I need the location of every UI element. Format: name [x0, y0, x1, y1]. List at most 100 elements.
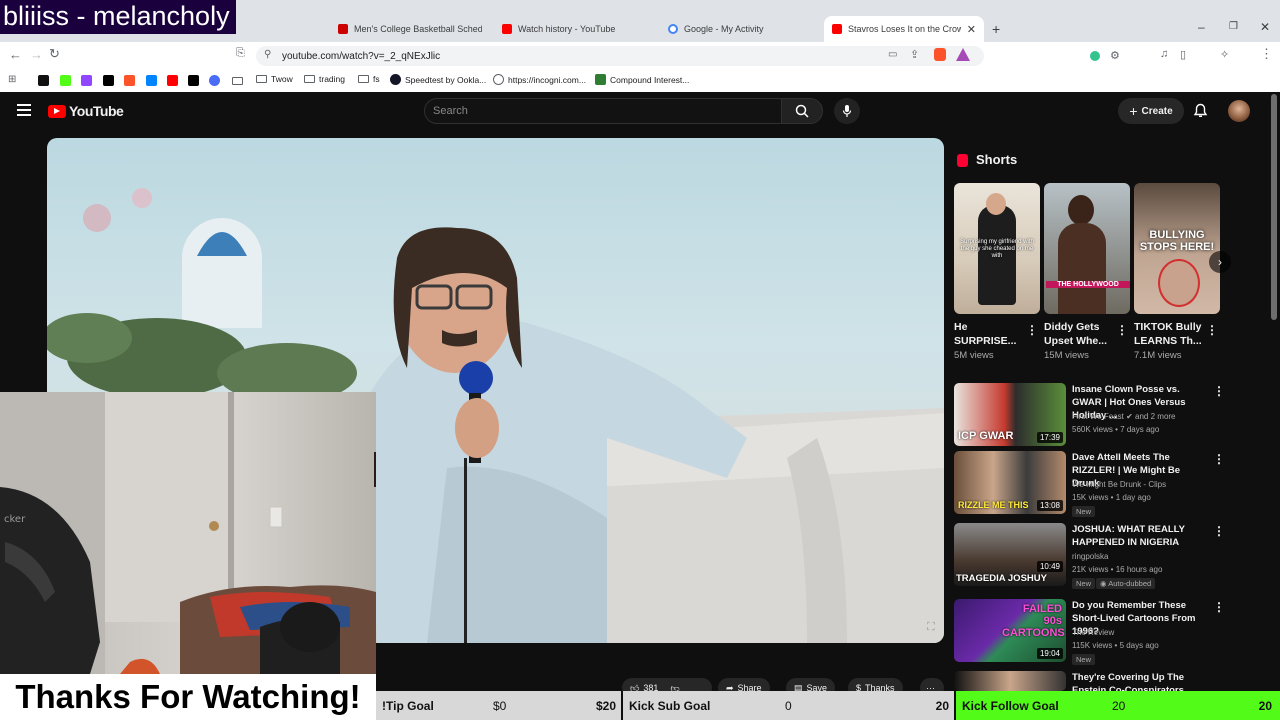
video-menu-icon[interactable]: ⋮ [1213, 601, 1225, 613]
create-button[interactable]: + Create [1118, 98, 1184, 124]
forward-icon[interactable]: → [30, 47, 43, 62]
dub-icon: ◉ [1100, 579, 1109, 588]
auto-dubbed-label: Auto-dubbed [1108, 579, 1152, 588]
restore-icon[interactable]: ❐ [1229, 21, 1238, 32]
bookmark-label: trading [319, 74, 345, 84]
thanks-for-watching-banner: Thanks For Watching! [0, 674, 376, 720]
shorts-logo-icon [957, 154, 968, 167]
notifications-bell-icon[interactable] [1193, 103, 1208, 119]
bookmark-app-icon[interactable] [38, 75, 49, 86]
url-field[interactable]: ⚲ youtube.com/watch?v=_2_qNExJlic ▭ ⇪ [256, 46, 984, 66]
youtube-logo[interactable]: YouTube [48, 103, 124, 119]
tip-goal-bar: !Tip Goal $0 $20 [376, 691, 621, 720]
short-menu-icon[interactable]: ⋮ [1026, 324, 1038, 336]
video-thumbnail[interactable]: FAILED 90s CARTOONS 19:04 [954, 599, 1066, 662]
avatar[interactable] [1228, 100, 1250, 122]
channel-name[interactable]: We Might Be Drunk - Clips [1072, 480, 1166, 489]
tab-basketball-schedule[interactable]: Men's College Basketball Schedule - [330, 16, 490, 42]
video-menu-icon[interactable]: ⋮ [1213, 525, 1225, 537]
site-info-icon[interactable]: ⚲ [264, 49, 271, 60]
recommended-video[interactable]: ICP GWAR 17:39 Insane Clown Posse vs. GW… [954, 383, 1254, 447]
bookmark-fs[interactable]: fs [358, 74, 380, 84]
music-icon[interactable]: ♫ [1160, 48, 1168, 60]
channel-line[interactable]: First We Feast ✔ and 2 more [1072, 412, 1176, 421]
folder-icon [358, 75, 369, 83]
hamburger-menu-icon[interactable] [17, 104, 31, 116]
video-thumbnail[interactable]: TRAGEDIA JOSHUY 10:49 [954, 523, 1066, 586]
recommended-video[interactable]: FAILED 90s CARTOONS 19:04 Do you Remembe… [954, 599, 1254, 665]
follow-goal-current: 20 [1112, 698, 1126, 713]
video-title[interactable]: They're Covering Up The Epstein Co-Consp… [1072, 671, 1208, 691]
tab-google-activity[interactable]: Google - My Activity [660, 16, 820, 42]
short-thumbnail[interactable]: Surprising my girlfriend with the guy sh… [954, 183, 1040, 314]
globe-icon [493, 74, 504, 85]
brave-rewards-icon[interactable] [956, 48, 970, 61]
recommended-video[interactable]: TRAGEDIA JOSHUY 10:49 JOSHUA: WHAT REALL… [954, 523, 1254, 589]
close-tab-icon[interactable]: ✕ [967, 23, 976, 36]
brave-icon[interactable] [124, 75, 135, 86]
puzzle-icon[interactable]: ⚙ [1110, 49, 1120, 62]
svg-text:⛶: ⛶ [927, 620, 935, 633]
bookmark-speedtest[interactable]: Speedtest by Ookla... [390, 74, 486, 85]
twitch-icon[interactable] [81, 75, 92, 86]
minimize-icon[interactable]: – [1198, 20, 1205, 34]
tab-watch-history[interactable]: Watch history - YouTube [494, 16, 654, 42]
short-thumbnail[interactable]: BULLYING STOPS HERE! [1134, 183, 1220, 314]
recommended-video[interactable]: RIZZLE ME THIS 13:08 Dave Attell Meets T… [954, 451, 1254, 517]
apps-grid-icon[interactable]: ⊞ [8, 74, 16, 85]
screen-cast-icon[interactable]: ▭ [888, 49, 897, 60]
calculator-icon [595, 74, 606, 85]
video-thumbnail[interactable]: ICP GWAR 17:39 [954, 383, 1066, 446]
bookmark-trading[interactable]: trading [304, 74, 345, 84]
video-thumbnail[interactable]: RIZZLE ME THIS 13:08 [954, 451, 1066, 514]
r-app-icon[interactable] [188, 75, 199, 86]
webcam-overlay: cker [0, 392, 376, 674]
short-title[interactable]: Diddy Gets Upset Whe... [1044, 320, 1116, 348]
sidebar-icon[interactable]: ▯ [1180, 48, 1186, 61]
short-card[interactable]: BULLYING STOPS HERE! TIKTOK Bully LEARNS… [1134, 183, 1220, 361]
bookmark-twow[interactable]: Twow [256, 74, 293, 84]
search-button[interactable] [781, 98, 823, 124]
share-page-icon[interactable]: ⇪ [910, 48, 919, 61]
channel-name[interactable]: ringpolska [1072, 552, 1108, 561]
video-menu-icon[interactable]: ⋮ [1213, 453, 1225, 465]
channel-name[interactable]: The Review [1072, 628, 1114, 637]
new-tab-icon[interactable]: + [992, 21, 1000, 37]
bookmark-icon[interactable]: ⎘ [236, 47, 245, 60]
brave-shield-icon[interactable] [934, 48, 946, 61]
search-input[interactable]: Search [424, 98, 782, 124]
short-views: 15M views [1044, 350, 1089, 361]
short-card[interactable]: THE HOLLYWOOD Diddy Gets Upset Whe... 15… [1044, 183, 1130, 361]
new-badge: New [1072, 506, 1096, 517]
voice-search-button[interactable] [834, 98, 860, 124]
page-scrollbar[interactable] [1271, 94, 1277, 320]
back-icon[interactable]: ← [9, 47, 22, 62]
follow-goal-label: Kick Follow Goal [962, 698, 1059, 713]
tab-stavros-video[interactable]: Stavros Loses It on the Crowd D ✕ [824, 16, 984, 42]
short-thumbnail[interactable]: THE HOLLYWOOD [1044, 183, 1130, 314]
kick-icon[interactable] [60, 75, 71, 86]
shorts-next-chevron-icon[interactable]: › [1209, 251, 1231, 273]
short-thumb-caption: BULLYING STOPS HERE! [1139, 229, 1215, 253]
sparkle-icon[interactable]: ✧ [1220, 48, 1229, 61]
short-title[interactable]: He SURPRISE... [954, 320, 1026, 348]
x-twitter-icon[interactable] [103, 75, 114, 86]
reload-icon[interactable]: ↻ [49, 46, 60, 62]
bookmark-compound-interest[interactable]: Compound Interest... [595, 74, 689, 85]
youtube-icon[interactable] [167, 75, 178, 86]
folder-icon[interactable] [232, 77, 243, 85]
close-window-icon[interactable]: ✕ [1260, 20, 1270, 34]
video-thumbnail[interactable] [954, 671, 1066, 691]
bluesky-icon[interactable] [146, 75, 157, 86]
extension-icon[interactable] [1090, 51, 1100, 61]
short-title[interactable]: TIKTOK Bully LEARNS Th... [1134, 320, 1206, 348]
video-menu-icon[interactable]: ⋮ [1213, 385, 1225, 397]
recommended-video[interactable]: They're Covering Up The Epstein Co-Consp… [954, 671, 1254, 691]
video-title[interactable]: JOSHUA: WHAT REALLY HAPPENED IN NIGERIA [1072, 523, 1208, 549]
menu-dots-icon[interactable]: ⋮ [1260, 46, 1273, 62]
short-card[interactable]: Surprising my girlfriend with the guy sh… [954, 183, 1040, 361]
short-menu-icon[interactable]: ⋮ [1206, 324, 1218, 336]
b-app-icon[interactable] [209, 75, 220, 86]
short-menu-icon[interactable]: ⋮ [1116, 324, 1128, 336]
bookmark-incogni[interactable]: https://incogni.com... [493, 74, 586, 85]
